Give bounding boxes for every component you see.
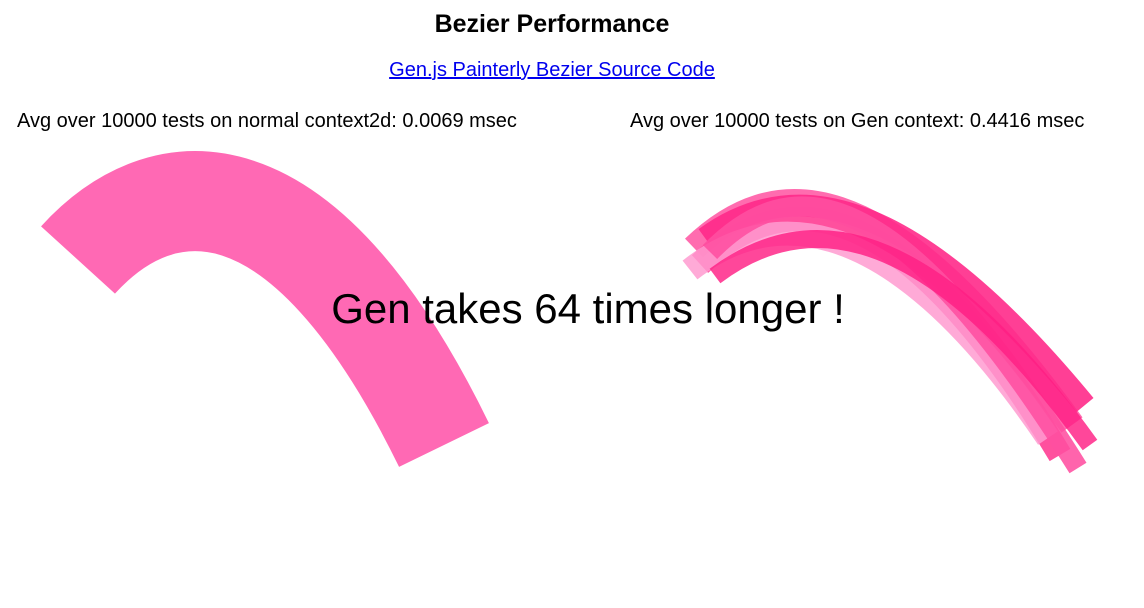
performance-verdict: Gen takes 64 times longer ! bbox=[331, 285, 845, 332]
gen-context-stat: Avg over 10000 tests on Gen context: 0.4… bbox=[630, 110, 1085, 132]
source-link-container: Gen.js Painterly Bezier Source Code bbox=[0, 57, 1104, 83]
page-title: Bezier Performance bbox=[434, 10, 670, 38]
normal-context-stat: Avg over 10000 tests on normal context2d… bbox=[17, 110, 517, 132]
bezier-performance-page: Bezier Performance Gen.js Painterly Bezi… bbox=[0, 0, 1144, 608]
source-code-link[interactable]: Gen.js Painterly Bezier Source Code bbox=[389, 59, 715, 81]
